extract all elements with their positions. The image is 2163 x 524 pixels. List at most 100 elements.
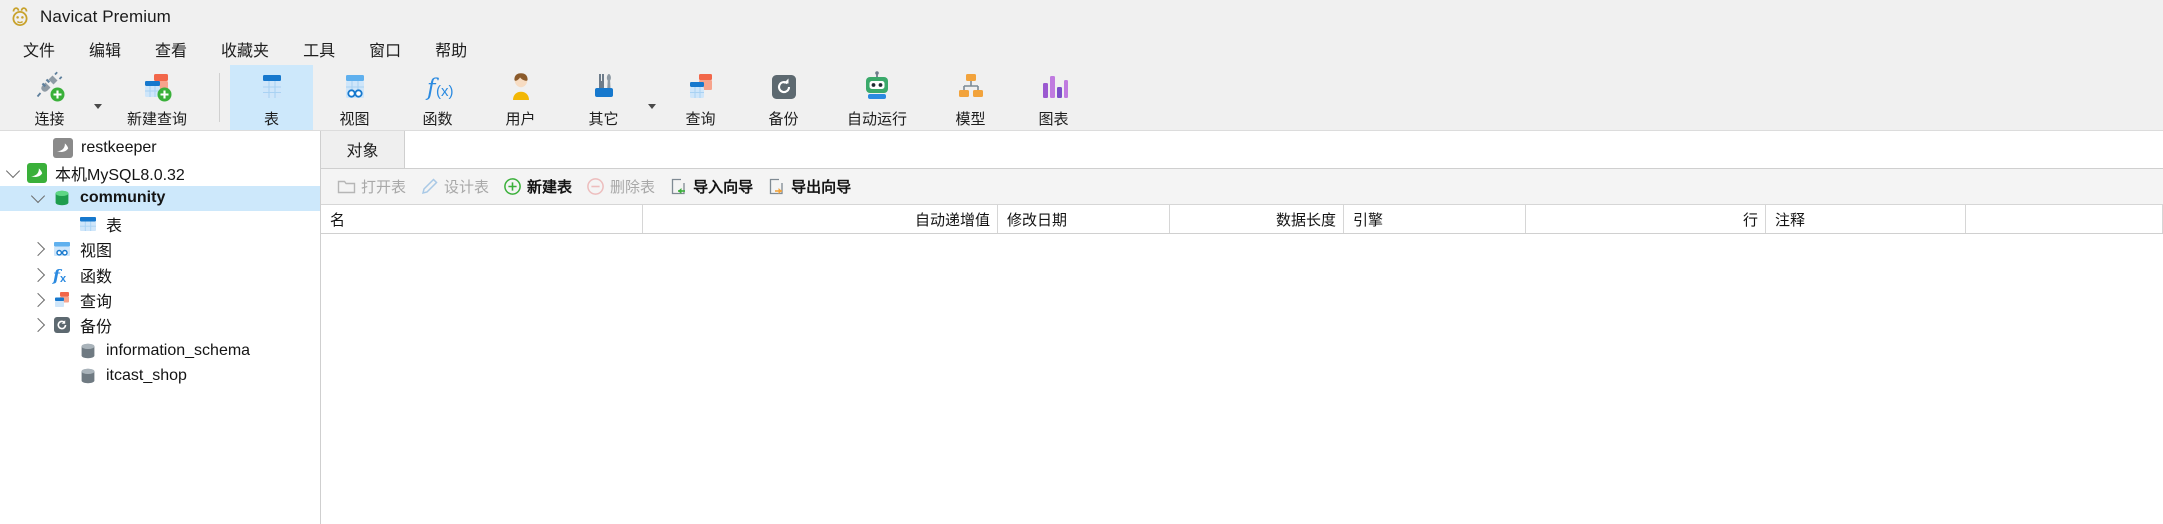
other-dropdown-caret-icon[interactable] — [645, 65, 659, 130]
design-table-button[interactable]: 设计表 — [413, 173, 496, 201]
menu-edit[interactable]: 编辑 — [72, 33, 138, 65]
open-table-button[interactable]: 打开表 — [330, 173, 413, 201]
delete-table-label: 删除表 — [610, 179, 656, 196]
title-bar: Navicat Premium — [0, 0, 2163, 33]
toolbar-label-automation: 自动运行 — [846, 111, 907, 128]
toolbar-label-new-query: 新建查询 — [126, 111, 187, 128]
grid-column-engine[interactable]: 引擎 — [1344, 205, 1526, 233]
grid-column-auto-increment[interactable]: 自动递增值 — [643, 205, 998, 233]
automation-robot-icon — [860, 69, 894, 105]
grid-column-filler — [1966, 205, 2163, 233]
chart-icon — [1037, 69, 1071, 105]
other-tools-icon — [587, 69, 621, 105]
import-wizard-label: 导入向导 — [693, 179, 754, 196]
design-table-icon — [420, 177, 439, 196]
import-wizard-icon — [669, 177, 688, 196]
new-table-button[interactable]: 新建表 — [496, 173, 579, 201]
tree-twisty-collapsed-icon[interactable] — [25, 242, 51, 257]
database-green-icon — [51, 188, 73, 208]
object-action-toolbar: 打开表 设计表 新建表 删除表 导入向导 导出向导 — [321, 169, 2163, 205]
backup-icon — [51, 315, 73, 335]
grid-column-modified-date[interactable]: 修改日期 — [998, 205, 1170, 233]
delete-table-button[interactable]: 删除表 — [579, 173, 662, 201]
toolbar-label-backup: 备份 — [768, 111, 799, 128]
toolbar-label-table: 表 — [263, 111, 279, 128]
user-icon — [504, 69, 538, 105]
table-icon — [255, 69, 289, 105]
tab-strip: 对象 — [321, 130, 2163, 169]
tree-item-functions[interactable]: f x 函数 — [0, 262, 320, 287]
tree-twisty-collapsed-icon[interactable] — [25, 267, 51, 282]
open-table-icon — [337, 177, 356, 196]
export-wizard-button[interactable]: 导出向导 — [760, 173, 858, 201]
grid-column-rows[interactable]: 行 — [1526, 205, 1766, 233]
export-wizard-icon — [767, 177, 786, 196]
grid-body-empty[interactable] — [321, 234, 2163, 524]
table-icon — [77, 214, 99, 234]
menu-window[interactable]: 窗口 — [352, 33, 418, 65]
toolbar-button-chart[interactable]: 图表 — [1012, 65, 1095, 130]
tree-item-backups[interactable]: 备份 — [0, 313, 320, 338]
toolbar-label-other: 其它 — [588, 111, 619, 128]
model-icon — [954, 69, 988, 105]
object-grid[interactable]: 名 自动递增值 修改日期 数据长度 引擎 行 注释 — [321, 205, 2163, 524]
open-table-label: 打开表 — [361, 179, 407, 196]
tree-twisty-expanded-icon[interactable] — [25, 189, 51, 205]
svg-text:(x): (x) — [436, 83, 454, 100]
tree-label: restkeeper — [81, 138, 157, 156]
toolbar-label-query: 查询 — [685, 111, 716, 128]
toolbar-button-function[interactable]: f (x) 函数 — [396, 65, 479, 130]
toolbar-label-function: 函数 — [422, 111, 453, 128]
design-table-label: 设计表 — [444, 179, 490, 196]
function-fx-icon: f x — [51, 265, 73, 285]
menu-bar: 文件 编辑 查看 收藏夹 工具 窗口 帮助 — [0, 33, 2163, 65]
tree-item-community[interactable]: community — [0, 185, 320, 212]
mysql-dolphin-green-icon — [26, 163, 48, 184]
toolbar-label-user: 用户 — [505, 111, 536, 128]
tree-twisty-collapsed-icon[interactable] — [25, 292, 51, 308]
connection-tree[interactable]: restkeeper 本机MySQL8.0.32 community 表 视图 … — [0, 131, 321, 524]
toolbar-button-model[interactable]: 模型 — [929, 65, 1012, 130]
toolbar-button-query[interactable]: 查询 — [659, 65, 742, 130]
toolbar-button-other[interactable]: 其它 — [562, 65, 645, 130]
tree-item-views[interactable]: 视图 — [0, 237, 320, 262]
connection-dropdown-caret-icon[interactable] — [91, 65, 105, 130]
menu-view[interactable]: 查看 — [138, 33, 204, 65]
new-table-plus-icon — [503, 177, 522, 196]
tree-item-information-schema[interactable]: information_schema — [0, 338, 320, 363]
toolbar-button-table[interactable]: 表 — [230, 65, 313, 130]
tree-label: community — [80, 189, 166, 207]
import-wizard-button[interactable]: 导入向导 — [662, 173, 760, 201]
tree-twisty-expanded-icon[interactable] — [0, 164, 26, 180]
toolbar-button-connection[interactable]: 连接 — [8, 65, 91, 130]
toolbar-button-automation[interactable]: 自动运行 — [825, 65, 929, 130]
grid-column-comment[interactable]: 注释 — [1766, 205, 1966, 233]
grid-column-data-length[interactable]: 数据长度 — [1170, 205, 1344, 233]
mysql-dolphin-gray-icon — [52, 137, 74, 158]
menu-favorites[interactable]: 收藏夹 — [204, 33, 286, 65]
menu-help[interactable]: 帮助 — [418, 33, 484, 65]
tree-item-tables[interactable]: 表 — [0, 211, 320, 236]
menu-tools[interactable]: 工具 — [286, 33, 352, 65]
toolbar-button-new-query[interactable]: 新建查询 — [105, 65, 209, 130]
navicat-logo-icon — [8, 5, 32, 29]
function-fx-icon: f (x) — [421, 69, 455, 105]
tab-objects[interactable]: 对象 — [321, 130, 405, 168]
tree-item-queries[interactable]: 查询 — [0, 287, 320, 312]
view-icon — [338, 69, 372, 105]
toolbar-button-backup[interactable]: 备份 — [742, 65, 825, 130]
toolbar-label-connection: 连接 — [34, 111, 65, 128]
toolbar-button-user[interactable]: 用户 — [479, 65, 562, 130]
menu-file[interactable]: 文件 — [6, 33, 72, 65]
main-body: restkeeper 本机MySQL8.0.32 community 表 视图 … — [0, 130, 2163, 524]
navicat-window: Navicat Premium 文件 编辑 查看 收藏夹 工具 窗口 帮助 连接… — [0, 0, 2163, 524]
grid-header-row: 名 自动递增值 修改日期 数据长度 引擎 行 注释 — [321, 205, 2163, 234]
tree-item-itcast-shop[interactable]: itcast_shop — [0, 364, 320, 389]
tree-label: information_schema — [106, 341, 251, 359]
backup-icon — [767, 69, 801, 105]
grid-column-name[interactable]: 名 — [321, 205, 643, 233]
tree-twisty-collapsed-icon[interactable] — [25, 318, 51, 333]
toolbar-button-view[interactable]: 视图 — [313, 65, 396, 130]
tree-item-restkeeper[interactable]: restkeeper — [0, 135, 320, 160]
tree-item-local-mysql[interactable]: 本机MySQL8.0.32 — [0, 160, 320, 185]
